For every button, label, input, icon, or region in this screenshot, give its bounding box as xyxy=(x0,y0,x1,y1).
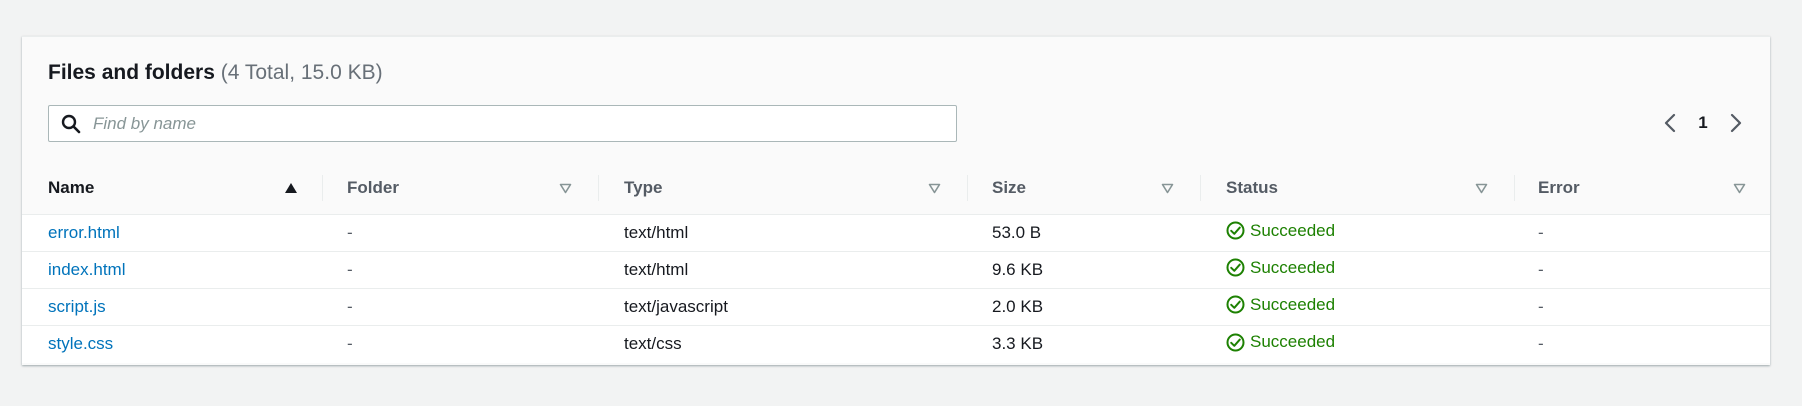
status-indicator: Succeeded xyxy=(1226,295,1335,315)
cell-size: 9.6 KB xyxy=(967,251,1200,289)
column-header-label: Status xyxy=(1226,178,1278,197)
column-divider xyxy=(598,175,599,201)
check-circle-icon xyxy=(1226,333,1245,351)
column-divider xyxy=(1200,175,1201,201)
file-link[interactable]: error.html xyxy=(48,223,120,242)
cell-error: - xyxy=(1514,251,1770,289)
status-indicator: Succeeded xyxy=(1226,221,1335,241)
chevron-left-icon xyxy=(1664,113,1676,133)
file-link[interactable]: index.html xyxy=(48,260,125,279)
cell-error: - xyxy=(1514,288,1770,326)
cell-status: Succeeded xyxy=(1200,325,1514,363)
column-header-type[interactable]: Type xyxy=(598,162,967,215)
cell-folder: - xyxy=(347,223,353,242)
panel-title: Files and folders (4 Total, 15.0 KB) xyxy=(48,60,383,86)
check-circle-icon xyxy=(1226,258,1245,277)
cell-error: - xyxy=(1538,223,1544,242)
cell-folder: - xyxy=(322,325,598,363)
cell-type: text/javascript xyxy=(598,288,967,326)
sort-ascending-icon xyxy=(285,183,297,193)
status-text: Succeeded xyxy=(1250,220,1336,240)
cell-size: 2.0 KB xyxy=(967,288,1200,326)
column-header-label: Type xyxy=(624,178,663,197)
table-row: script.js - text/javascript 2.0 KB Succe… xyxy=(22,288,1770,326)
column-header-label: Size xyxy=(992,178,1027,197)
file-link[interactable]: script.js xyxy=(48,297,106,316)
cell-folder: - xyxy=(322,288,598,326)
chevron-right-icon xyxy=(1730,113,1742,133)
cell-type: text/html xyxy=(598,251,967,289)
search-box xyxy=(48,105,957,142)
sort-caret-icon xyxy=(1161,183,1174,193)
files-table: Name Folder Type Size Status Error error… xyxy=(22,162,1770,363)
column-header-size[interactable]: Size xyxy=(967,162,1200,215)
column-header-name[interactable]: Name xyxy=(22,162,322,215)
search-icon xyxy=(61,114,81,134)
column-header-label: Folder xyxy=(347,178,399,197)
next-page-button[interactable] xyxy=(1724,107,1748,139)
panel-title-text: Files and folders xyxy=(48,61,215,84)
cell-name: index.html xyxy=(22,251,322,289)
column-header-error[interactable]: Error xyxy=(1514,162,1770,215)
search-input[interactable] xyxy=(93,106,943,141)
panel-header: Files and folders (4 Total, 15.0 KB) 1 xyxy=(22,37,1770,162)
column-header-folder[interactable]: Folder xyxy=(322,162,598,215)
column-divider xyxy=(967,175,968,201)
table-header-row: Name Folder Type Size Status Error xyxy=(22,162,1770,215)
cell-size: 53.0 B xyxy=(992,223,1042,242)
column-divider xyxy=(1514,175,1515,201)
table-row: error.html - text/html 53.0 B Succeeded … xyxy=(22,214,1770,252)
file-link[interactable]: style.css xyxy=(48,334,113,353)
column-header-label: Error xyxy=(1538,178,1580,197)
pagination: 1 xyxy=(1658,107,1748,139)
status-text: Succeeded xyxy=(1250,257,1336,277)
files-and-folders-panel: Files and folders (4 Total, 15.0 KB) 1 xyxy=(22,36,1770,365)
cell-status: Succeeded xyxy=(1200,251,1514,289)
page-number-current[interactable]: 1 xyxy=(1682,113,1724,133)
cell-status: Succeeded xyxy=(1200,215,1514,252)
previous-page-button[interactable] xyxy=(1658,107,1682,139)
cell-status: Succeeded xyxy=(1200,288,1514,326)
check-circle-icon xyxy=(1226,295,1245,314)
column-header-label: Name xyxy=(48,178,95,197)
cell-type: text/html xyxy=(624,223,689,242)
table-row: index.html - text/html 9.6 KB Succeeded … xyxy=(22,251,1770,289)
sort-caret-icon xyxy=(1733,183,1746,193)
status-text: Succeeded xyxy=(1250,294,1336,314)
cell-name: script.js xyxy=(22,288,322,326)
sort-caret-icon xyxy=(1475,183,1488,193)
status-indicator: Succeeded xyxy=(1226,258,1335,278)
check-circle-icon xyxy=(1226,221,1245,240)
column-header-status[interactable]: Status xyxy=(1200,162,1514,215)
cell-folder: - xyxy=(322,251,598,289)
status-indicator: Succeeded xyxy=(1226,332,1335,352)
table-row: style.css - text/css 3.3 KB Succeeded - xyxy=(22,325,1770,363)
cell-type: text/css xyxy=(598,325,967,363)
file-count-summary: (4 Total, 15.0 KB) xyxy=(220,61,383,84)
cell-name: style.css xyxy=(22,325,322,363)
cell-error: - xyxy=(1514,325,1770,363)
sort-caret-icon xyxy=(559,183,572,193)
sort-caret-icon xyxy=(928,183,941,193)
cell-name: error.html xyxy=(22,215,322,252)
status-text: Succeeded xyxy=(1250,332,1336,351)
cell-size: 3.3 KB xyxy=(967,325,1200,363)
column-divider xyxy=(322,175,323,201)
